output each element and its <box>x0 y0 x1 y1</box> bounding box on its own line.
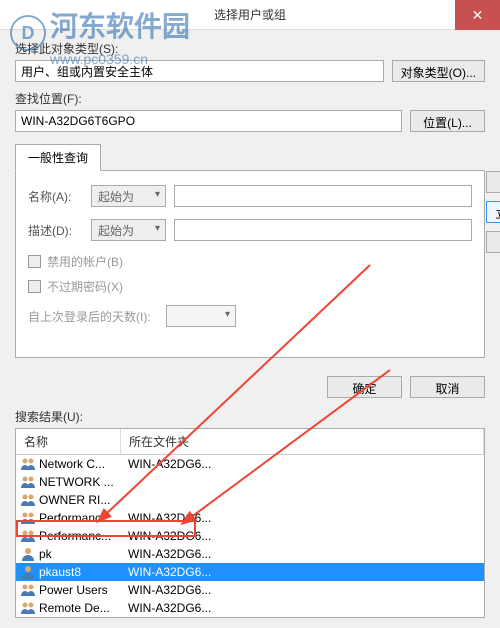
non-expiring-pw-label: 不过期密码(X) <box>47 278 123 295</box>
list-item[interactable]: Performanc...WIN-A32DG6... <box>16 527 484 545</box>
list-item[interactable]: REMOTE I... <box>16 617 484 618</box>
location-label: 查找位置(F): <box>15 90 485 107</box>
list-header: 名称 所在文件夹 <box>16 429 484 455</box>
disabled-accounts-label: 禁用的帐户(B) <box>47 253 123 270</box>
list-item[interactable]: Network C...WIN-A32DG6... <box>16 455 484 473</box>
header-name[interactable]: 名称 <box>16 429 121 454</box>
row-name: pk <box>39 547 124 561</box>
row-folder: WIN-A32DG6... <box>124 583 480 597</box>
row-folder: WIN-A32DG6... <box>124 565 480 579</box>
row-folder: WIN-A32DG6... <box>124 601 480 615</box>
list-item[interactable]: pkWIN-A32DG6... <box>16 545 484 563</box>
row-folder: WIN-A32DG6... <box>124 547 480 561</box>
list-item[interactable]: OWNER RI... <box>16 491 484 509</box>
object-types-button[interactable]: 对象类型(O)... <box>392 60 485 82</box>
row-name: NETWORK ... <box>39 475 124 489</box>
last-logon-select <box>166 305 236 327</box>
results-list[interactable]: 名称 所在文件夹 Network C...WIN-A32DG6...NETWOR… <box>15 428 485 618</box>
row-name: Performanc... <box>39 529 124 543</box>
name-label: 名称(A): <box>28 188 83 205</box>
row-name: pkaust8 <box>39 565 124 579</box>
row-folder: WIN-A32DG6... <box>124 511 480 525</box>
disabled-accounts-checkbox[interactable] <box>28 255 41 268</box>
row-name: Network C... <box>39 457 124 471</box>
row-name: Power Users <box>39 583 124 597</box>
row-folder: WIN-A32DG6... <box>124 457 480 471</box>
location-input[interactable] <box>15 110 402 132</box>
group-icon <box>20 492 36 508</box>
window-title: 选择用户或组 <box>214 6 286 23</box>
tab-common-queries[interactable]: 一般性查询 <box>15 144 101 171</box>
list-item[interactable]: NETWORK ... <box>16 473 484 491</box>
row-name: OWNER RI... <box>39 493 124 507</box>
group-icon <box>20 456 36 472</box>
columns-button[interactable]: 列(C)... <box>486 171 500 193</box>
desc-label: 描述(D): <box>28 222 83 239</box>
last-logon-label: 自上次登录后的天数(I): <box>28 308 158 325</box>
group-icon <box>20 582 36 598</box>
tab-body: 名称(A): 起始为 描述(D): 起始为 禁用的帐户(B) 不过期密码(X) … <box>15 170 485 358</box>
user-icon <box>20 546 36 562</box>
row-folder: WIN-A32DG6... <box>124 529 480 543</box>
list-item[interactable]: Performanc...WIN-A32DG6... <box>16 509 484 527</box>
group-icon <box>20 528 36 544</box>
desc-input[interactable] <box>174 219 472 241</box>
group-icon <box>20 600 36 616</box>
find-now-button[interactable]: 立即查找(N) <box>486 201 500 223</box>
list-item[interactable]: Remote De...WIN-A32DG6... <box>16 599 484 617</box>
desc-mode-select[interactable]: 起始为 <box>91 219 166 241</box>
name-mode-select[interactable]: 起始为 <box>91 185 166 207</box>
group-icon <box>20 510 36 526</box>
locations-button[interactable]: 位置(L)... <box>410 110 485 132</box>
non-expiring-pw-checkbox[interactable] <box>28 280 41 293</box>
object-type-label: 选择此对象类型(S): <box>15 40 485 57</box>
row-name: Performanc... <box>39 511 124 525</box>
list-item[interactable]: pkaust8WIN-A32DG6... <box>16 563 484 581</box>
user-icon <box>20 564 36 580</box>
titlebar: 选择用户或组 ✕ <box>0 0 500 30</box>
list-item[interactable]: Power UsersWIN-A32DG6... <box>16 581 484 599</box>
name-input[interactable] <box>174 185 472 207</box>
object-type-input[interactable] <box>15 60 384 82</box>
header-folder[interactable]: 所在文件夹 <box>121 429 484 454</box>
results-label: 搜索结果(U): <box>15 408 485 425</box>
group-icon <box>20 474 36 490</box>
ok-button[interactable]: 确定 <box>327 376 402 398</box>
content-area: 选择此对象类型(S): 对象类型(O)... 查找位置(F): 位置(L)...… <box>0 30 500 628</box>
stop-button[interactable]: 停止(T) <box>486 231 500 253</box>
row-name: Remote De... <box>39 601 124 615</box>
cancel-button[interactable]: 取消 <box>410 376 485 398</box>
close-button[interactable]: ✕ <box>455 0 500 30</box>
